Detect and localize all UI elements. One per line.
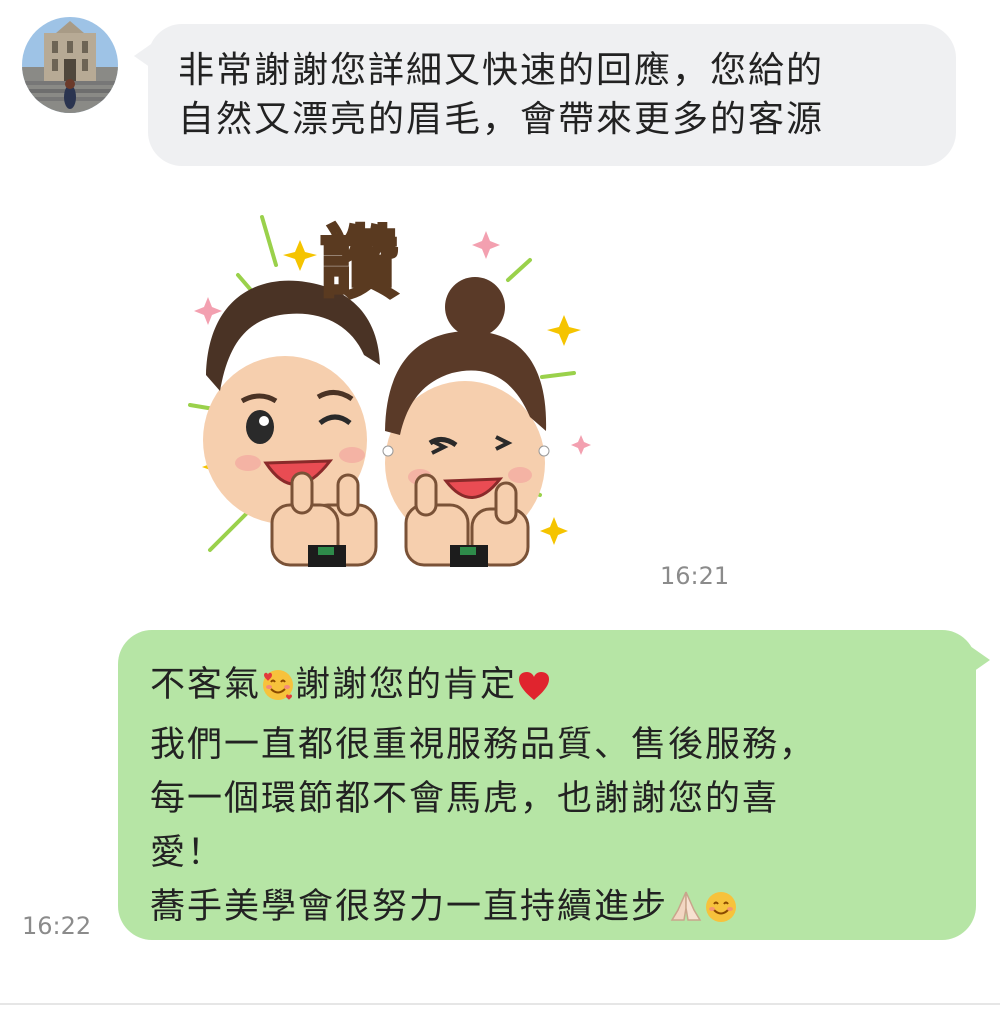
outgoing-message-line: 愛！ <box>150 833 225 873</box>
sticker-timestamp: 16:21 <box>660 562 730 590</box>
outgoing-message-line: 每一個環節都不會馬虎，也謝謝您的喜 <box>150 779 780 819</box>
outgoing-message-line: 不客氣 謝謝您的肯定 <box>150 658 942 718</box>
outgoing-message-line: 我們一直都很重視服務品質、售後服務， <box>150 725 817 765</box>
sticker-message[interactable]: 讚 <box>180 205 610 577</box>
outgoing-message-text: 不客氣 謝謝您的肯定 我們一直都很重視服務品質、售後服務， 每一個環節都不會馬虎，… <box>150 658 942 940</box>
outgoing-text-segment: 不客氣 <box>150 665 262 705</box>
outgoing-message-bubble[interactable]: 不客氣 謝謝您的肯定 我們一直都很重視服務品質、售後服務， 每一個環節都不會馬虎，… <box>118 630 990 940</box>
contact-avatar[interactable] <box>22 17 118 113</box>
incoming-message-bubble[interactable]: 非常謝謝您詳細又快速的回應，您給的 自然又漂亮的眉毛，會帶來更多的客源 <box>134 24 956 166</box>
outgoing-text-segment: 蕎手美學會很努力一直持續進步 <box>150 887 669 927</box>
folded-hands-icon <box>668 886 704 940</box>
sticker-text: 讚 <box>318 219 399 309</box>
outgoing-message-line: 蕎手美學會很努力一直持續進步 <box>150 880 942 940</box>
incoming-message-line: 自然又漂亮的眉毛，會帶來更多的客源 <box>178 99 825 140</box>
outgoing-timestamp: 16:22 <box>22 912 92 940</box>
incoming-message-text: 非常謝謝您詳細又快速的回應，您給的 自然又漂亮的眉毛，會帶來更多的客源 <box>178 46 936 144</box>
incoming-message-line: 非常謝謝您詳細又快速的回應，您給的 <box>178 50 825 91</box>
smiling-face-with-hearts-icon <box>261 664 295 718</box>
red-heart-icon <box>517 664 551 718</box>
outgoing-text-segment: 謝謝您的肯定 <box>295 665 518 705</box>
smiling-face-icon <box>704 886 738 940</box>
input-divider <box>0 1003 1000 1005</box>
avatar-ruins-photo-icon <box>22 17 118 113</box>
